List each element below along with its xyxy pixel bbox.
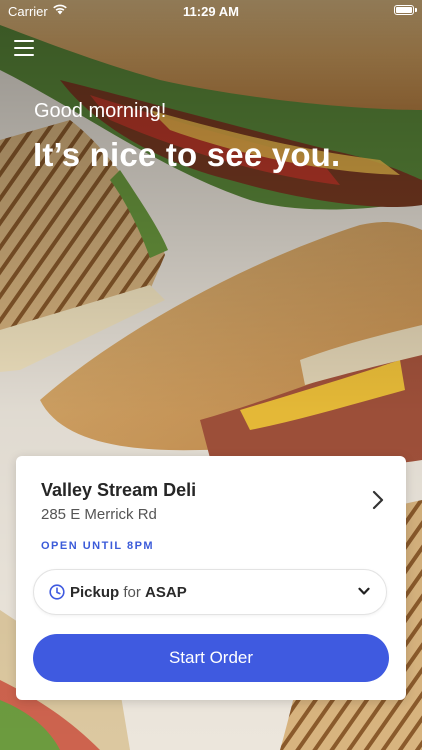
app-screen: Carrier 11:29 AM Good morning! It’s nice…: [0, 0, 422, 750]
store-address: 285 E Merrick Rd: [41, 506, 157, 523]
hamburger-menu-icon[interactable]: [14, 38, 36, 58]
store-selector[interactable]: Valley Stream Deli 285 E Merrick Rd: [16, 456, 406, 536]
store-name: Valley Stream Deli: [41, 480, 197, 500]
status-bar: Carrier 11:29 AM: [0, 0, 422, 22]
order-connector: for: [123, 584, 141, 601]
order-type-label: Pickup for ASAP: [70, 584, 187, 601]
clock-icon: [49, 584, 65, 600]
start-order-button[interactable]: Start Order: [33, 634, 389, 682]
greeting-subtitle: Good morning!: [34, 100, 167, 122]
order-mode: Pickup: [70, 584, 120, 601]
store-hours-badge: OPEN UNTIL 8PM: [41, 540, 155, 552]
chevron-down-icon: [358, 587, 370, 595]
order-time: ASAP: [145, 584, 187, 601]
greeting-title: It’s nice to see you.: [33, 136, 341, 173]
chevron-right-icon: [372, 490, 384, 510]
status-time: 11:29 AM: [183, 4, 239, 19]
battery-icon: [394, 5, 417, 15]
order-type-select[interactable]: Pickup for ASAP: [33, 569, 387, 615]
store-card: Valley Stream Deli 285 E Merrick Rd OPEN…: [16, 456, 406, 700]
